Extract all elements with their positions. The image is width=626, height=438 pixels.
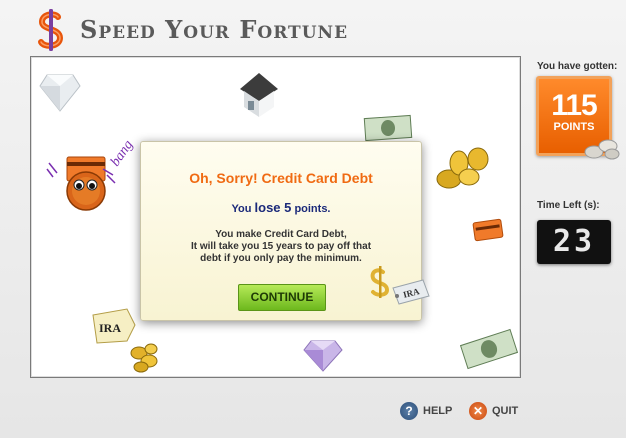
ira-label: IRA — [99, 321, 122, 335]
close-icon: ✕ — [469, 402, 487, 420]
money-bill-icon[interactable] — [363, 113, 413, 143]
points-suffix: points. — [294, 203, 331, 215]
dollar-tag-graphic — [370, 266, 430, 305]
help-button[interactable]: ? HELP — [400, 402, 452, 420]
bang-effect: bang — [46, 138, 136, 184]
bang-text: bang — [108, 138, 136, 170]
money-bill-icon[interactable] — [459, 327, 519, 371]
points-message: You lose 5 points. — [141, 200, 421, 215]
help-icon: ? — [400, 402, 418, 420]
app-title: Speed Your Fortune — [80, 15, 349, 44]
dialog-message: You make Credit Card Debt, It will take … — [141, 229, 421, 265]
message-line: debt if you only pay the minimum. — [200, 253, 362, 264]
dialog-title: Oh, Sorry! Credit Card Debt — [189, 170, 373, 186]
time-label: Time Left (s): — [537, 200, 600, 211]
points-value: lose 5 — [254, 200, 292, 215]
continue-button[interactable]: CONTINUE — [238, 284, 326, 311]
score-value: 115 — [551, 89, 597, 122]
timer-display: 23 — [537, 220, 611, 264]
help-label: HELP — [423, 405, 453, 417]
credit-card-icon[interactable] — [472, 217, 504, 243]
house-icon[interactable] — [236, 67, 282, 119]
message-line: It will take you 15 years to pay off tha… — [190, 241, 372, 252]
gold-coins-icon[interactable] — [434, 141, 494, 193]
diamond-icon[interactable] — [39, 73, 81, 113]
score-unit: POINTS — [553, 121, 595, 133]
quit-label: QUIT — [492, 405, 519, 417]
score-label: You have gotten: — [537, 61, 618, 72]
quit-button[interactable]: ✕ QUIT — [469, 402, 518, 420]
purple-diamond-icon[interactable] — [303, 339, 343, 373]
silver-coins-icon — [584, 139, 620, 160]
dollar-tag-icon[interactable]: IRA — [369, 266, 431, 310]
dollar-sign-logo-icon — [38, 9, 64, 51]
message-line: You make Credit Card Debt, — [215, 229, 347, 240]
points-prefix: You — [231, 203, 252, 215]
